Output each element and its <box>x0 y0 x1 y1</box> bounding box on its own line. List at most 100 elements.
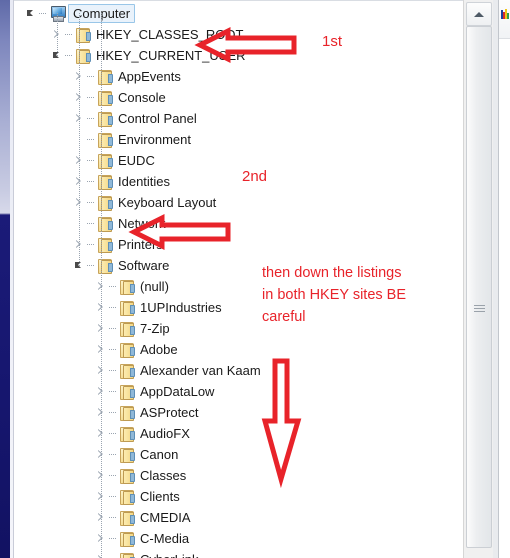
registry-key-folder-icon <box>119 426 135 442</box>
registry-key-folder-icon <box>97 111 113 127</box>
registry-key-folder-icon <box>119 405 135 421</box>
scroll-up-arrow-icon[interactable] <box>466 2 492 26</box>
tree-row[interactable]: 1UPIndustries <box>94 297 222 318</box>
registry-key-folder-icon <box>119 279 135 295</box>
registry-key-folder-icon <box>97 153 113 169</box>
tree-connector-line <box>87 66 97 87</box>
tree-row-label: Alexander van Kaam <box>140 363 261 378</box>
registry-key-folder-icon <box>75 48 91 64</box>
tree-row[interactable]: Control Panel <box>72 108 197 129</box>
annotation-arrow-2 <box>128 213 231 251</box>
tree-row[interactable]: Classes <box>94 465 186 486</box>
scrollbar-grip-icon <box>474 305 485 314</box>
tree-connector-line <box>109 339 119 360</box>
tree-connector-line <box>65 45 75 66</box>
color-chart-icon <box>501 9 509 19</box>
tree-row[interactable]: ASProtect <box>94 402 199 423</box>
registry-key-folder-icon <box>119 384 135 400</box>
annotation-note-line-2: in both HKEY sites BE <box>262 287 407 303</box>
tree-connector-line <box>109 549 119 558</box>
tree-row[interactable]: C-Media <box>94 528 189 549</box>
tree-connector-line <box>39 3 49 24</box>
registry-key-folder-icon <box>97 132 113 148</box>
tree-row[interactable]: EUDC <box>72 150 155 171</box>
tree-row-label: 1UPIndustries <box>140 300 222 315</box>
tree-row-label: ASProtect <box>140 405 199 420</box>
tree-vertical-scrollbar[interactable] <box>463 0 495 558</box>
tree-connector-line <box>109 381 119 402</box>
tree-row[interactable]: Alexander van Kaam <box>94 360 261 381</box>
tree-row[interactable]: Identities <box>72 171 170 192</box>
scrollbar-thumb[interactable] <box>466 26 492 548</box>
registry-key-folder-icon <box>97 69 113 85</box>
tree-connector-line <box>87 171 97 192</box>
registry-key-folder-icon <box>119 363 135 379</box>
tree-row[interactable]: CyberLink <box>94 549 199 558</box>
tree-row[interactable]: AudioFX <box>94 423 190 444</box>
tree-connector-line <box>87 150 97 171</box>
tree-guide-line <box>57 13 58 57</box>
registry-key-folder-icon <box>119 447 135 463</box>
tree-connector-line <box>65 24 75 45</box>
registry-key-folder-icon <box>119 342 135 358</box>
tree-connector-line <box>109 360 119 381</box>
tree-row[interactable]: AppDataLow <box>94 381 214 402</box>
annotation-label-first: 1st <box>322 33 343 50</box>
tree-row[interactable]: Canon <box>94 444 178 465</box>
tree-connector-line <box>87 234 97 255</box>
tree-guide-line <box>101 13 102 558</box>
pane-top-divider <box>14 0 463 1</box>
tree-row[interactable]: (null) <box>94 276 169 297</box>
tree-connector-line <box>109 444 119 465</box>
tree-connector-line <box>87 108 97 129</box>
tree-row-label: AppEvents <box>118 69 181 84</box>
tree-connector-line <box>87 255 97 276</box>
registry-key-folder-icon <box>97 216 113 232</box>
tree-connector-line <box>109 507 119 528</box>
tree-row[interactable]: CMEDIA <box>94 507 191 528</box>
registry-key-folder-icon <box>75 27 91 43</box>
tree-connector-line <box>109 423 119 444</box>
tree-row-label: Adobe <box>140 342 178 357</box>
tree-connector-line <box>87 87 97 108</box>
tree-connector-line <box>87 129 97 150</box>
registry-key-folder-icon <box>119 531 135 547</box>
tree-row-label: Console <box>118 90 166 105</box>
tree-row[interactable]: Keyboard Layout <box>72 192 216 213</box>
registry-key-folder-icon <box>97 258 113 274</box>
tree-row-label: Canon <box>140 447 179 462</box>
registry-key-folder-icon <box>97 90 113 106</box>
window-left-border <box>0 0 10 558</box>
tree-row[interactable]: Clients <box>94 486 180 507</box>
adjacent-window-panel <box>498 0 510 558</box>
tree-row[interactable]: 7-Zip <box>94 318 170 339</box>
tree-row-label: Clients <box>140 489 180 504</box>
tree-connector-line <box>109 276 119 297</box>
tree-row[interactable]: Software <box>72 255 169 276</box>
annotation-note-line-3: careful <box>262 309 306 325</box>
tree-row-label: CyberLink <box>139 549 199 558</box>
collapse-triangle-icon[interactable] <box>24 3 39 24</box>
tree-connector-line <box>87 213 97 234</box>
tree-row-label: AudioFX <box>140 426 190 441</box>
tree-guide-line <box>79 13 80 267</box>
registry-key-folder-icon <box>97 195 113 211</box>
tree-row-label: Control Panel <box>118 111 197 126</box>
tree-row[interactable]: Console <box>72 87 166 108</box>
tree-connector-line <box>109 528 119 549</box>
tree-row[interactable]: Environment <box>72 129 191 150</box>
tree-row-label: C-Media <box>140 531 190 546</box>
registry-key-folder-icon <box>119 321 135 337</box>
tree-row[interactable]: AppEvents <box>72 66 181 87</box>
registry-key-folder-icon <box>97 174 113 190</box>
tree-row-label: (null) <box>140 279 169 294</box>
tree-row-label: AppDataLow <box>140 384 215 399</box>
tree-row-label: CMEDIA <box>140 510 191 525</box>
registry-key-folder-icon <box>97 237 113 253</box>
tree-connector-line <box>109 297 119 318</box>
tree-row-label: 7-Zip <box>140 321 170 336</box>
tree-row[interactable]: Adobe <box>94 339 178 360</box>
tree-row-label: Keyboard Layout <box>118 195 217 210</box>
tree-connector-line <box>87 192 97 213</box>
tree-connector-line <box>109 402 119 423</box>
